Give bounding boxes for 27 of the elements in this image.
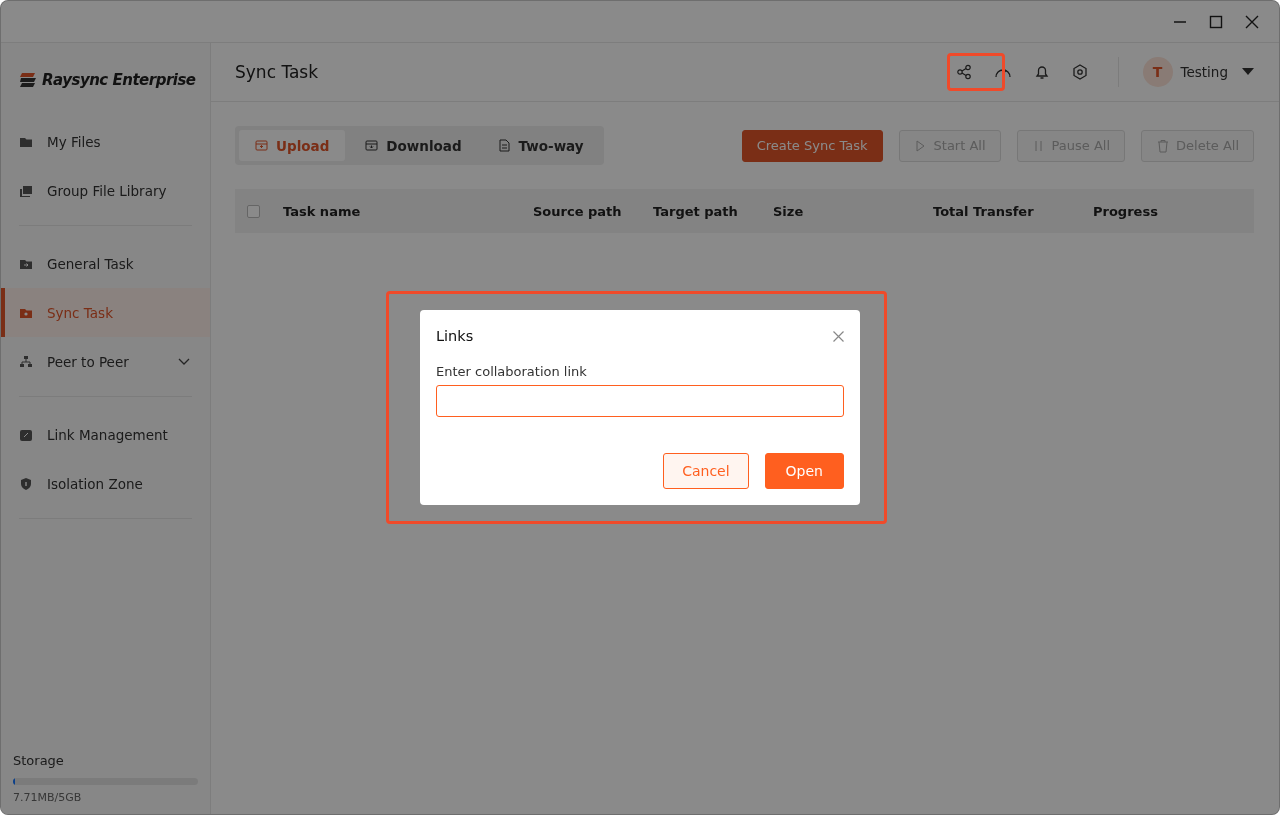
sidebar-item[interactable]: Link Management bbox=[1, 410, 210, 459]
sidebar-item[interactable]: General Task bbox=[1, 239, 210, 288]
field-label: Enter collaboration link bbox=[436, 364, 588, 379]
column-header: Task name bbox=[283, 203, 362, 219]
sidebar-item[interactable]: Group File Library bbox=[1, 166, 210, 215]
tab[interactable]: Download bbox=[349, 130, 478, 161]
sidebar-item[interactable]: Peer to Peer bbox=[1, 337, 210, 386]
column-header: Total Transfer bbox=[933, 203, 1035, 219]
storage-label: Storage bbox=[13, 753, 65, 768]
tab[interactable]: Two-way bbox=[481, 130, 600, 161]
cancel-button[interactable]: Cancel bbox=[663, 453, 749, 489]
user-avatar[interactable]: T bbox=[1142, 57, 1173, 87]
sidebar-item[interactable]: My Files bbox=[1, 117, 210, 166]
sidebar-item[interactable]: Isolation Zone bbox=[1, 459, 210, 508]
column-header: Source path bbox=[533, 203, 623, 219]
app-logo-text: Raysync Enterprise bbox=[42, 71, 196, 89]
column-header: Progress bbox=[1093, 203, 1159, 219]
sidebar-item[interactable]: Sync Task bbox=[1, 288, 210, 337]
dialog-title: Links bbox=[436, 328, 474, 344]
tab[interactable]: Upload bbox=[239, 130, 346, 161]
open-button[interactable]: Open bbox=[764, 453, 844, 489]
column-header: Target path bbox=[653, 203, 739, 219]
user-name[interactable]: Testing bbox=[1180, 64, 1228, 80]
column-header: Size bbox=[773, 203, 805, 219]
page-title: Sync Task bbox=[235, 62, 320, 82]
action-button[interactable]: Create Sync Task bbox=[741, 129, 883, 162]
storage-usage: 7.71MB/5GB bbox=[13, 791, 83, 804]
